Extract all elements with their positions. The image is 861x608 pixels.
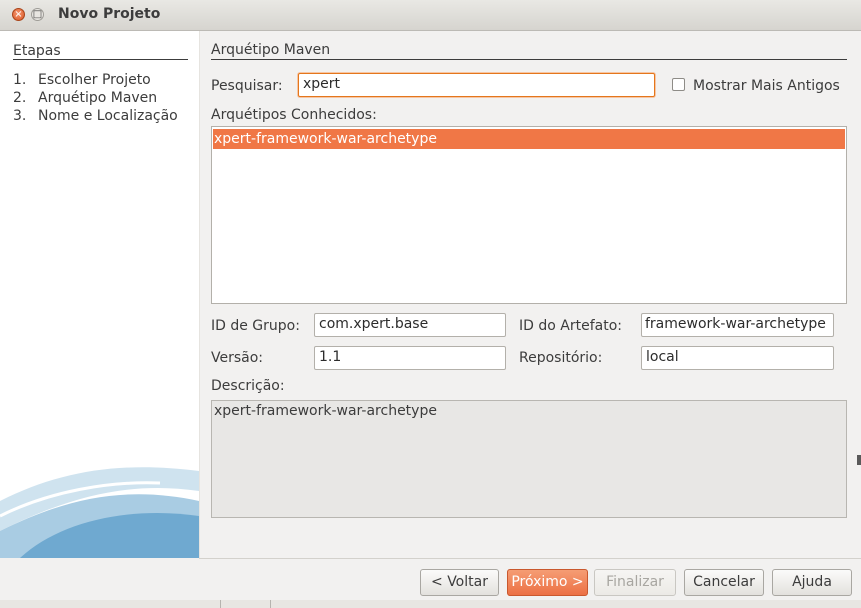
- button-bar-divider: [199, 558, 861, 559]
- close-icon[interactable]: ×: [12, 8, 25, 21]
- maximize-icon[interactable]: □: [31, 8, 44, 21]
- step-item-2: 2. Arquétipo Maven: [13, 90, 157, 106]
- version-field[interactable]: 1.1: [314, 346, 506, 370]
- title-bar: × □ Novo Projeto: [0, 0, 861, 31]
- search-input[interactable]: xpert: [298, 73, 655, 97]
- background-divider: [270, 600, 271, 608]
- description-label: Descrição:: [211, 378, 285, 394]
- pane-divider: [199, 31, 200, 558]
- window-title: Novo Projeto: [58, 6, 161, 22]
- back-button[interactable]: < Voltar: [420, 569, 499, 596]
- step-item-1: 1. Escolher Projeto: [13, 72, 151, 88]
- step-number: 2.: [13, 90, 27, 106]
- help-button[interactable]: Ajuda: [772, 569, 852, 596]
- step-item-3: 3. Nome e Localização: [13, 108, 178, 124]
- repository-label: Repositório:: [519, 350, 603, 366]
- panel-title: Arquétipo Maven: [211, 42, 331, 58]
- steps-pane: Etapas 1. Escolher Projeto 2. Arquétipo Ma…: [0, 31, 199, 558]
- step-label: Escolher Projeto: [38, 72, 151, 88]
- step-number: 1.: [13, 72, 27, 88]
- repository-field[interactable]: local: [641, 346, 834, 370]
- wizard-swoosh-graphic: [0, 467, 199, 558]
- panel-title-divider: [211, 59, 847, 60]
- step-label: Nome e Localização: [38, 108, 178, 124]
- artifact-id-label: ID do Artefato:: [519, 318, 622, 334]
- version-label: Versão:: [211, 350, 264, 366]
- steps-title: Etapas: [13, 43, 61, 59]
- description-textarea[interactable]: xpert-framework-war-archetype: [211, 400, 847, 518]
- artifact-id-field[interactable]: framework-war-archetype: [641, 313, 834, 337]
- group-id-field[interactable]: com.xpert.base: [314, 313, 506, 337]
- background-divider: [220, 600, 221, 608]
- background-window-strip: [0, 600, 861, 608]
- list-item[interactable]: xpert-framework-war-archetype: [213, 129, 845, 149]
- step-label: Arquétipo Maven: [38, 90, 158, 106]
- archetypes-list[interactable]: xpert-framework-war-archetype: [211, 126, 847, 304]
- known-archetypes-label: Arquétipos Conhecidos:: [211, 107, 377, 123]
- show-older-checkbox[interactable]: [672, 78, 685, 91]
- cancel-button[interactable]: Cancelar: [684, 569, 764, 596]
- show-older-label[interactable]: Mostrar Mais Antigos: [693, 78, 840, 94]
- search-label: Pesquisar:: [211, 78, 283, 94]
- background-window-edge: [857, 455, 861, 465]
- finish-button[interactable]: Finalizar: [594, 569, 676, 596]
- step-number: 3.: [13, 108, 27, 124]
- steps-divider: [13, 59, 188, 60]
- next-button[interactable]: Próximo >: [507, 569, 588, 596]
- group-id-label: ID de Grupo:: [211, 318, 300, 334]
